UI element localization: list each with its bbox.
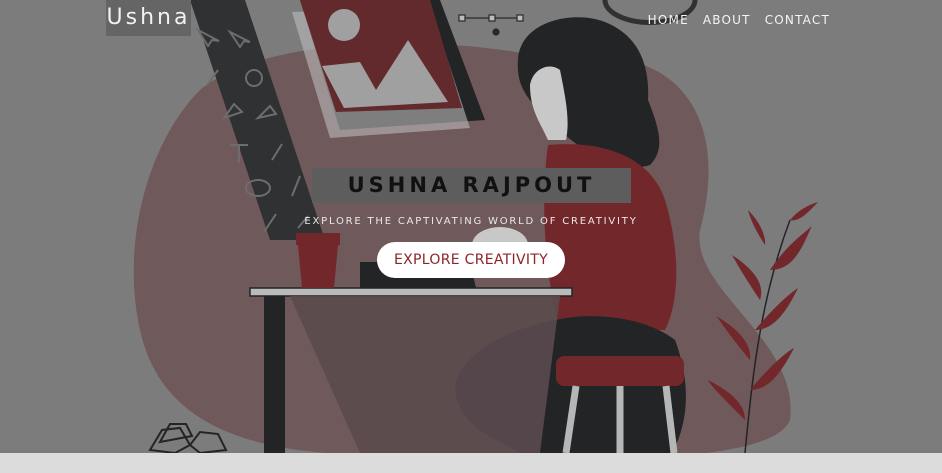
nav-home[interactable]: HOME xyxy=(648,13,689,27)
main-nav: HOME ABOUT CONTACT xyxy=(648,13,830,27)
hero-tagline: EXPLORE THE CAPTIVATING WORLD OF CREATIV… xyxy=(304,216,638,227)
hero-section: Ushna HOME ABOUT CONTACT USHNA RAJPOUT E… xyxy=(0,0,942,453)
explore-creativity-button[interactable]: EXPLORE CREATIVITY xyxy=(377,242,565,278)
brand-logo[interactable]: Ushna xyxy=(106,0,191,36)
selection-handles xyxy=(458,14,524,36)
nav-contact[interactable]: CONTACT xyxy=(765,13,830,27)
page-bottom-strip xyxy=(0,453,942,473)
hero-title: USHNA RAJPOUT xyxy=(312,168,631,203)
nav-about[interactable]: ABOUT xyxy=(703,13,751,27)
rocks xyxy=(148,423,228,453)
